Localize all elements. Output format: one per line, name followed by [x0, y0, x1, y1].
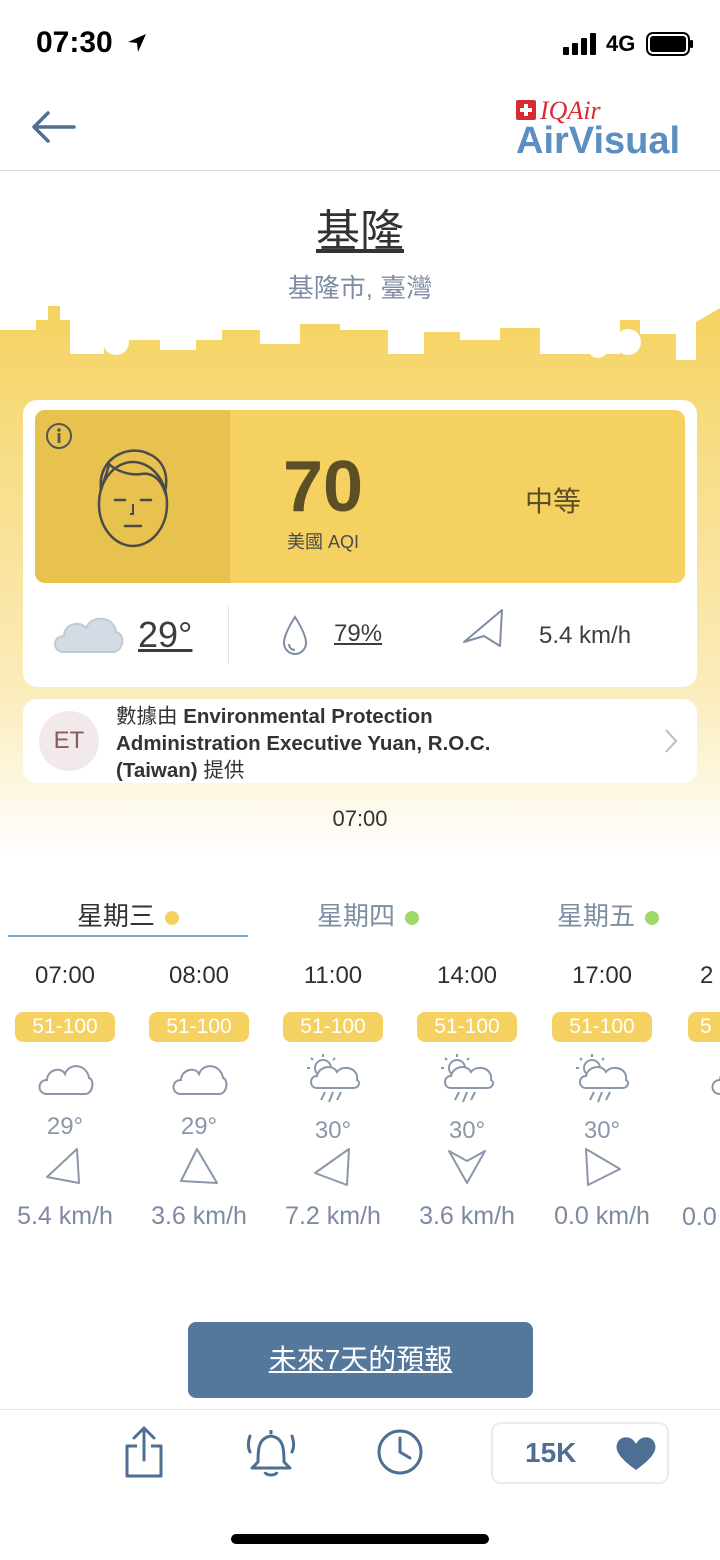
favorite-button[interactable]: 15K	[491, 1422, 669, 1484]
current-temp[interactable]: 29°	[138, 614, 192, 656]
wind-direction-icon	[180, 1148, 218, 1184]
hour-time: 07:00	[34, 962, 96, 989]
tab-label: 星期五	[556, 901, 635, 931]
update-time: 07:00	[332, 806, 388, 831]
divider	[228, 606, 229, 664]
network-type: 4G	[606, 31, 636, 56]
hour-wind: 3.6 km/h	[419, 1202, 515, 1230]
hour-temp: 29°	[46, 1113, 84, 1140]
favorite-count: 15K	[525, 1437, 577, 1468]
humidity-value[interactable]: 79%	[334, 620, 382, 648]
sun-rain-cloud-icon	[307, 1054, 361, 1103]
tab-wednesday[interactable]: 星期三	[8, 896, 248, 933]
app-header: IQAir AirVisual	[0, 90, 720, 171]
hourly-item: 17:00 51-100 30° 0.0 km/h	[535, 960, 669, 1231]
hourly-item: 07:00 51-100 29° 5.4 km/h	[0, 960, 132, 1231]
bell-icon[interactable]	[246, 1424, 296, 1478]
wind-direction-icon	[314, 1148, 350, 1186]
source-prefix: 數據由	[116, 705, 184, 728]
source-suffix: 提供	[197, 759, 245, 782]
cloud-icon	[38, 1065, 94, 1095]
hourly-item: 14:00 51-100 30° 3.6 km/h	[400, 960, 534, 1231]
face-moderate-icon	[97, 449, 169, 548]
humidity-drop-icon	[282, 615, 308, 656]
share-icon[interactable]	[124, 1424, 164, 1478]
hour-wind: 7.2 km/h	[285, 1202, 381, 1230]
aqi-level: 中等	[525, 486, 582, 517]
hour-wind: 0.0 km/h	[554, 1202, 650, 1230]
hourly-item: 11:00 51-100 30° 7.2 km/h	[266, 960, 400, 1231]
hourly-item-clipped: 2 5 0.0	[680, 960, 720, 1250]
hour-temp: 30°	[314, 1117, 352, 1144]
aqi-range-badge: 51-100	[15, 1012, 115, 1042]
sun-rain-cloud-icon	[441, 1054, 495, 1103]
chevron-right-icon	[665, 729, 678, 753]
wind-direction-icon	[585, 1148, 621, 1186]
aqi-range-badge: 51-100	[417, 1012, 517, 1042]
battery-icon	[646, 32, 693, 56]
home-indicator	[231, 1534, 489, 1544]
source-name-3: (Taiwan)	[116, 759, 198, 782]
aqi-value: 70	[283, 447, 364, 527]
forecast-7day-button[interactable]: 未來7天的預報	[188, 1322, 533, 1398]
hour-time: 08:00	[168, 962, 230, 989]
aqi-range-badge: 5	[688, 1012, 720, 1042]
bottom-toolbar: 15K	[0, 1409, 720, 1560]
hour-time: 17:00	[571, 962, 633, 989]
tab-friday[interactable]: 星期五	[488, 896, 720, 933]
wind-direction-icon	[463, 609, 503, 647]
source-name-1: Environmental Protection	[183, 705, 433, 728]
status-time: 07:30	[36, 26, 113, 59]
hour-temp: 29°	[180, 1113, 218, 1140]
heart-icon	[616, 1437, 656, 1470]
cloud-icon	[172, 1065, 228, 1095]
wind-speed: 5.4 km/h	[539, 622, 632, 649]
hour-temp: 30°	[448, 1117, 486, 1144]
clock-icon[interactable]	[376, 1428, 424, 1476]
city-skyline-illustration	[0, 300, 720, 360]
aqi-label: 美國 AQI	[287, 532, 360, 552]
signal-icon	[563, 33, 596, 55]
aqi-dot	[165, 911, 179, 926]
aqi-dot	[645, 911, 659, 926]
tab-label: 星期四	[316, 901, 395, 931]
tab-label: 星期三	[76, 901, 155, 931]
sun-rain-cloud-icon	[576, 1054, 630, 1103]
wind-direction-icon	[46, 1148, 80, 1184]
source-avatar: ET	[39, 711, 99, 771]
hour-wind: 5.4 km/h	[17, 1202, 113, 1230]
brand-airvisual: AirVisual	[516, 120, 681, 162]
aqi-panel[interactable]: 70 美國 AQI 中等	[35, 410, 685, 583]
aqi-dot	[405, 911, 419, 926]
location-arrow-icon	[128, 34, 146, 52]
info-icon[interactable]	[45, 422, 73, 450]
status-bar: 07:30 4G	[0, 0, 720, 90]
hour-wind: 0.0	[682, 1203, 717, 1231]
city-name[interactable]: 基隆	[0, 195, 720, 259]
tab-thursday[interactable]: 星期四	[248, 896, 488, 933]
aqi-range-badge: 51-100	[149, 1012, 249, 1042]
hour-temp: 30°	[583, 1117, 621, 1144]
hourly-item: 08:00 51-100 29° 3.6 km/h	[132, 960, 266, 1231]
wind-direction-icon	[448, 1150, 486, 1184]
hour-time: 2	[700, 962, 714, 989]
source-name-2: Administration Executive Yuan, R.O.C.	[116, 732, 491, 755]
aqi-range-badge: 51-100	[552, 1012, 652, 1042]
back-arrow-icon[interactable]	[30, 110, 76, 144]
hour-time: 11:00	[303, 962, 363, 989]
aqi-range-badge: 51-100	[283, 1012, 383, 1042]
source-text: 數據由 Environmental Protection Administrat…	[116, 703, 626, 784]
swiss-flag-icon	[516, 100, 536, 120]
cloud-icon	[54, 617, 124, 653]
data-source-card[interactable]: ET 數據由 Environmental Protection Administ…	[23, 699, 697, 783]
hour-wind: 3.6 km/h	[151, 1202, 247, 1230]
hour-time: 14:00	[436, 962, 498, 989]
tab-indicator	[8, 935, 248, 937]
cloud-icon	[711, 1075, 720, 1095]
